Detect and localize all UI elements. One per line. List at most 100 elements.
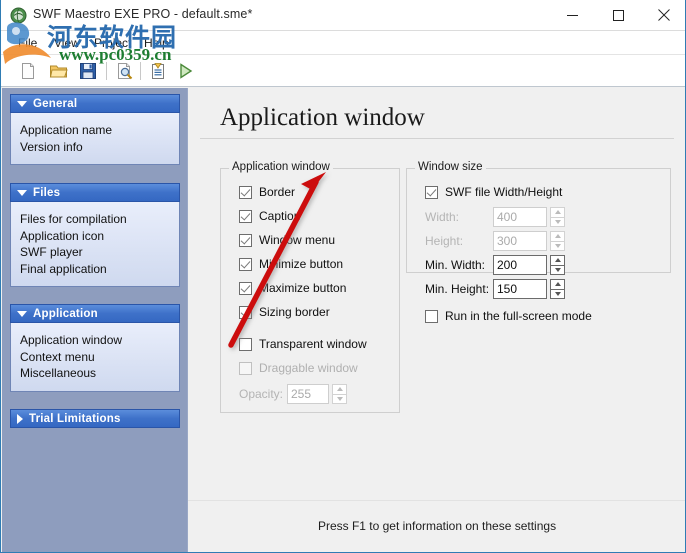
checkbox-minimize-button-box[interactable] — [239, 257, 252, 271]
chevron-down-icon — [17, 100, 27, 107]
checkbox-window-menu-label: Window menu — [259, 233, 336, 247]
checkbox-window-menu[interactable]: Window menu — [239, 233, 335, 247]
sidebar-item-application-icon[interactable]: Application icon — [20, 228, 179, 245]
app-globe-icon — [10, 7, 27, 24]
checkbox-transparent-window-box[interactable] — [239, 337, 252, 351]
sidebar-group-application: Application Application window Context m… — [10, 304, 180, 392]
checkbox-sizing-border-label: Sizing border — [259, 305, 330, 319]
application-window-groupbox: Application window Border Caption Window… — [220, 161, 400, 413]
checkbox-swf-file-width-height-label: SWF file Width/Height — [445, 185, 563, 199]
min-width-spinner-up[interactable] — [550, 255, 565, 265]
run-play-icon[interactable] — [172, 59, 198, 83]
sidebar-group-application-header[interactable]: Application — [10, 304, 180, 323]
height-label: Height: — [425, 234, 464, 248]
sidebar-item-miscellaneous[interactable]: Miscellaneous — [20, 365, 179, 382]
checkbox-maximize-button[interactable]: Maximize button — [239, 281, 346, 295]
opacity-spinner-down[interactable] — [332, 393, 347, 404]
checkbox-border[interactable]: Border — [239, 185, 295, 199]
status-text: Press F1 to get information on these set… — [317, 519, 557, 533]
checkbox-caption[interactable]: Caption — [239, 209, 300, 223]
checkbox-border-label: Border — [259, 185, 296, 199]
checkbox-draggable-window-box — [239, 361, 252, 375]
checkbox-transparent-window[interactable]: Transparent window — [239, 337, 367, 351]
menu-project[interactable]: Project — [91, 35, 134, 51]
preview-search-icon[interactable] — [111, 59, 137, 83]
min-height-input[interactable] — [493, 279, 547, 299]
close-button[interactable] — [641, 0, 685, 30]
min-width-field-row: Min. Width: — [425, 255, 565, 275]
menu-help[interactable]: Help — [141, 35, 172, 51]
chevron-down-icon — [17, 189, 27, 196]
build-list-icon[interactable] — [145, 59, 171, 83]
checkbox-minimize-button[interactable]: Minimize button — [239, 257, 343, 271]
opacity-spinner-up[interactable] — [332, 384, 347, 394]
menu-file[interactable]: File — [15, 35, 40, 51]
width-field-row: Width: — [425, 207, 565, 227]
height-input[interactable] — [493, 231, 547, 251]
checkbox-sizing-border[interactable]: Sizing border — [239, 305, 330, 319]
min-width-spinner[interactable] — [550, 255, 565, 275]
height-spinner-down[interactable] — [550, 240, 565, 251]
min-width-label: Min. Width: — [425, 258, 486, 272]
opacity-input[interactable] — [287, 384, 329, 404]
width-spinner-up[interactable] — [550, 207, 565, 217]
width-input[interactable] — [493, 207, 547, 227]
opacity-spinner[interactable] — [332, 384, 347, 404]
checkbox-fullscreen-mode[interactable]: Run in the full-screen mode — [425, 309, 592, 323]
minimize-button[interactable] — [549, 0, 595, 30]
sidebar-item-version-info[interactable]: Version info — [20, 139, 179, 156]
width-spinner[interactable] — [550, 207, 565, 227]
chevron-down-icon — [17, 310, 27, 317]
checkbox-fullscreen-mode-box[interactable] — [425, 309, 438, 323]
checkbox-maximize-button-label: Maximize button — [259, 281, 347, 295]
new-file-icon[interactable] — [15, 59, 41, 83]
maximize-button[interactable] — [595, 0, 641, 30]
sidebar-item-swf-player[interactable]: SWF player — [20, 244, 179, 261]
width-label: Width: — [425, 210, 460, 224]
status-bar: Press F1 to get information on these set… — [188, 500, 685, 551]
width-spinner-down[interactable] — [550, 216, 565, 227]
open-folder-icon[interactable] — [45, 59, 71, 83]
title-bar: SWF Maestro EXE PRO - default.sme* — [1, 0, 685, 31]
sidebar-group-files-header[interactable]: Files — [10, 183, 180, 202]
sidebar-group-files-body: Files for compilation Application icon S… — [10, 202, 180, 287]
sidebar-item-application-window[interactable]: Application window — [20, 332, 179, 349]
checkbox-swf-file-width-height[interactable]: SWF file Width/Height — [425, 185, 562, 199]
page-title: Application window — [220, 104, 425, 131]
height-spinner-up[interactable] — [550, 231, 565, 241]
sidebar-item-final-application[interactable]: Final application — [20, 261, 179, 278]
sidebar-group-general-header[interactable]: General — [10, 94, 180, 113]
min-height-spinner-up[interactable] — [550, 279, 565, 289]
application-window-legend: Application window — [229, 161, 333, 173]
min-height-spinner[interactable] — [550, 279, 565, 299]
checkbox-transparent-window-label: Transparent window — [259, 337, 367, 351]
sidebar-group-trial-limitations-header[interactable]: Trial Limitations — [10, 409, 180, 428]
sidebar-item-application-name[interactable]: Application name — [20, 122, 179, 139]
min-width-spinner-down[interactable] — [550, 264, 565, 275]
checkbox-border-box[interactable] — [239, 185, 252, 199]
checkbox-swf-file-width-height-box[interactable] — [425, 185, 438, 199]
sidebar-item-files-for-compilation[interactable]: Files for compilation — [20, 211, 179, 228]
title-divider — [200, 138, 674, 139]
checkbox-fullscreen-mode-label: Run in the full-screen mode — [445, 309, 592, 323]
min-height-field-row: Min. Height: — [425, 279, 565, 299]
window-title: SWF Maestro EXE PRO - default.sme* — [33, 7, 253, 21]
sidebar-group-general-body: Application name Version info — [10, 113, 180, 165]
menu-view[interactable]: View — [51, 35, 83, 51]
chevron-right-icon — [17, 413, 23, 424]
sidebar-group-application-title: Application — [33, 307, 98, 320]
height-spinner[interactable] — [550, 231, 565, 251]
content-area: Application window Application window Bo… — [188, 88, 685, 552]
checkbox-window-menu-box[interactable] — [239, 233, 252, 247]
checkbox-sizing-border-box[interactable] — [239, 305, 252, 319]
checkbox-caption-box[interactable] — [239, 209, 252, 223]
checkbox-maximize-button-box[interactable] — [239, 281, 252, 295]
sidebar-item-context-menu[interactable]: Context menu — [20, 349, 179, 366]
checkbox-minimize-button-label: Minimize button — [259, 257, 344, 271]
min-width-input[interactable] — [493, 255, 547, 275]
min-height-spinner-down[interactable] — [550, 288, 565, 299]
toolbar-separator-1 — [106, 62, 107, 80]
save-disk-icon[interactable] — [75, 59, 101, 83]
height-field-row: Height: — [425, 231, 565, 251]
toolbar-separator-2 — [140, 62, 141, 80]
